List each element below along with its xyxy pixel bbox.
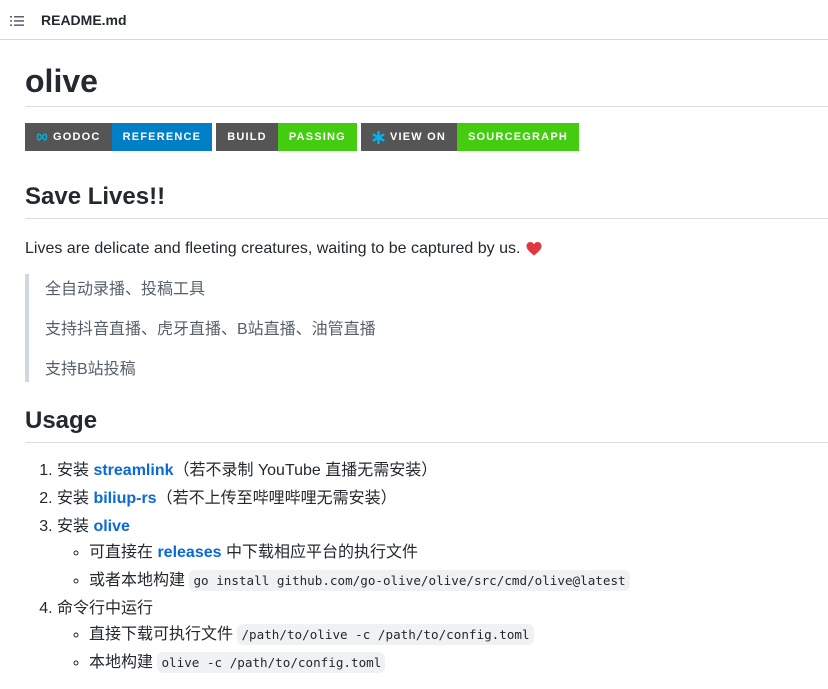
list-item: 安装 olive 可直接在 releases 中下载相应平台的执行文件 或者本地… bbox=[57, 515, 828, 593]
file-name: README.md bbox=[41, 11, 127, 28]
usage-heading: Usage bbox=[25, 406, 828, 443]
intro-paragraph: Lives are delicate and fleeting creature… bbox=[25, 237, 828, 261]
releases-link[interactable]: releases bbox=[157, 544, 221, 561]
badge-label: VIEW ON bbox=[389, 131, 447, 143]
save-lives-heading: Save Lives!! bbox=[25, 182, 828, 219]
quote-line: 支持抖音直播、虎牙直播、B站直播、油管直播 bbox=[45, 321, 376, 338]
quote-line: 全自动录播、投稿工具 bbox=[45, 281, 206, 298]
asterisk-icon bbox=[372, 130, 385, 144]
run-command: /path/to/olive -c /path/to/config.toml bbox=[237, 624, 534, 645]
feature-quote: 全自动录播、投稿工具 支持抖音直播、虎牙直播、B站直播、油管直播 支持B站投稿 bbox=[25, 274, 825, 382]
infinity-icon bbox=[36, 133, 48, 141]
olive-link[interactable]: olive bbox=[93, 518, 129, 535]
list-item: 本地构建 olive -c /path/to/config.toml bbox=[89, 651, 828, 675]
badge-label: BUILD bbox=[216, 123, 278, 151]
intro-text: Lives are delicate and fleeting creature… bbox=[25, 240, 521, 257]
badge-label: GODOC bbox=[53, 131, 101, 143]
quote-line: 支持B站投稿 bbox=[45, 361, 136, 378]
godoc-badge[interactable]: GODOC REFERENCE bbox=[25, 123, 213, 151]
sourcegraph-badge[interactable]: VIEW ON SOURCEGRAPH bbox=[360, 123, 580, 151]
file-header: README.md bbox=[0, 0, 828, 40]
list-item: 可直接在 releases 中下载相应平台的执行文件 bbox=[89, 541, 828, 565]
badge-row: GODOC REFERENCE BUILD PASSING VIEW ON SO… bbox=[25, 123, 828, 151]
list-item: 安装 streamlink（若不录制 YouTube 直播无需安装） bbox=[57, 459, 828, 483]
readme-content: olive GODOC REFERENCE BUILD PASSING VIEW… bbox=[0, 40, 828, 675]
build-badge[interactable]: BUILD PASSING bbox=[216, 123, 357, 151]
list-item: 命令行中运行 直接下载可执行文件 /path/to/olive -c /path… bbox=[57, 597, 828, 675]
streamlink-link[interactable]: streamlink bbox=[93, 462, 173, 479]
list-item: 安装 biliup-rs（若不上传至哔哩哔哩无需安装） bbox=[57, 487, 828, 511]
badge-value: PASSING bbox=[277, 123, 357, 151]
local-run-command: olive -c /path/to/config.toml bbox=[157, 652, 386, 673]
badge-value: REFERENCE bbox=[111, 123, 213, 151]
list-item: 直接下载可执行文件 /path/to/olive -c /path/to/con… bbox=[89, 623, 828, 647]
heart-icon bbox=[526, 241, 542, 257]
badge-value: SOURCEGRAPH bbox=[457, 123, 580, 151]
sub-list: 直接下载可执行文件 /path/to/olive -c /path/to/con… bbox=[57, 623, 828, 675]
list-item: 或者本地构建 go install github.com/go-olive/ol… bbox=[89, 569, 828, 593]
sub-list: 可直接在 releases 中下载相应平台的执行文件 或者本地构建 go ins… bbox=[57, 541, 828, 593]
install-command: go install github.com/go-olive/olive/src… bbox=[189, 570, 630, 591]
usage-steps: 安装 streamlink（若不录制 YouTube 直播无需安装） 安装 bi… bbox=[25, 459, 828, 675]
list-icon[interactable] bbox=[10, 14, 24, 26]
biliup-rs-link[interactable]: biliup-rs bbox=[93, 490, 156, 507]
page-title: olive bbox=[25, 40, 828, 107]
